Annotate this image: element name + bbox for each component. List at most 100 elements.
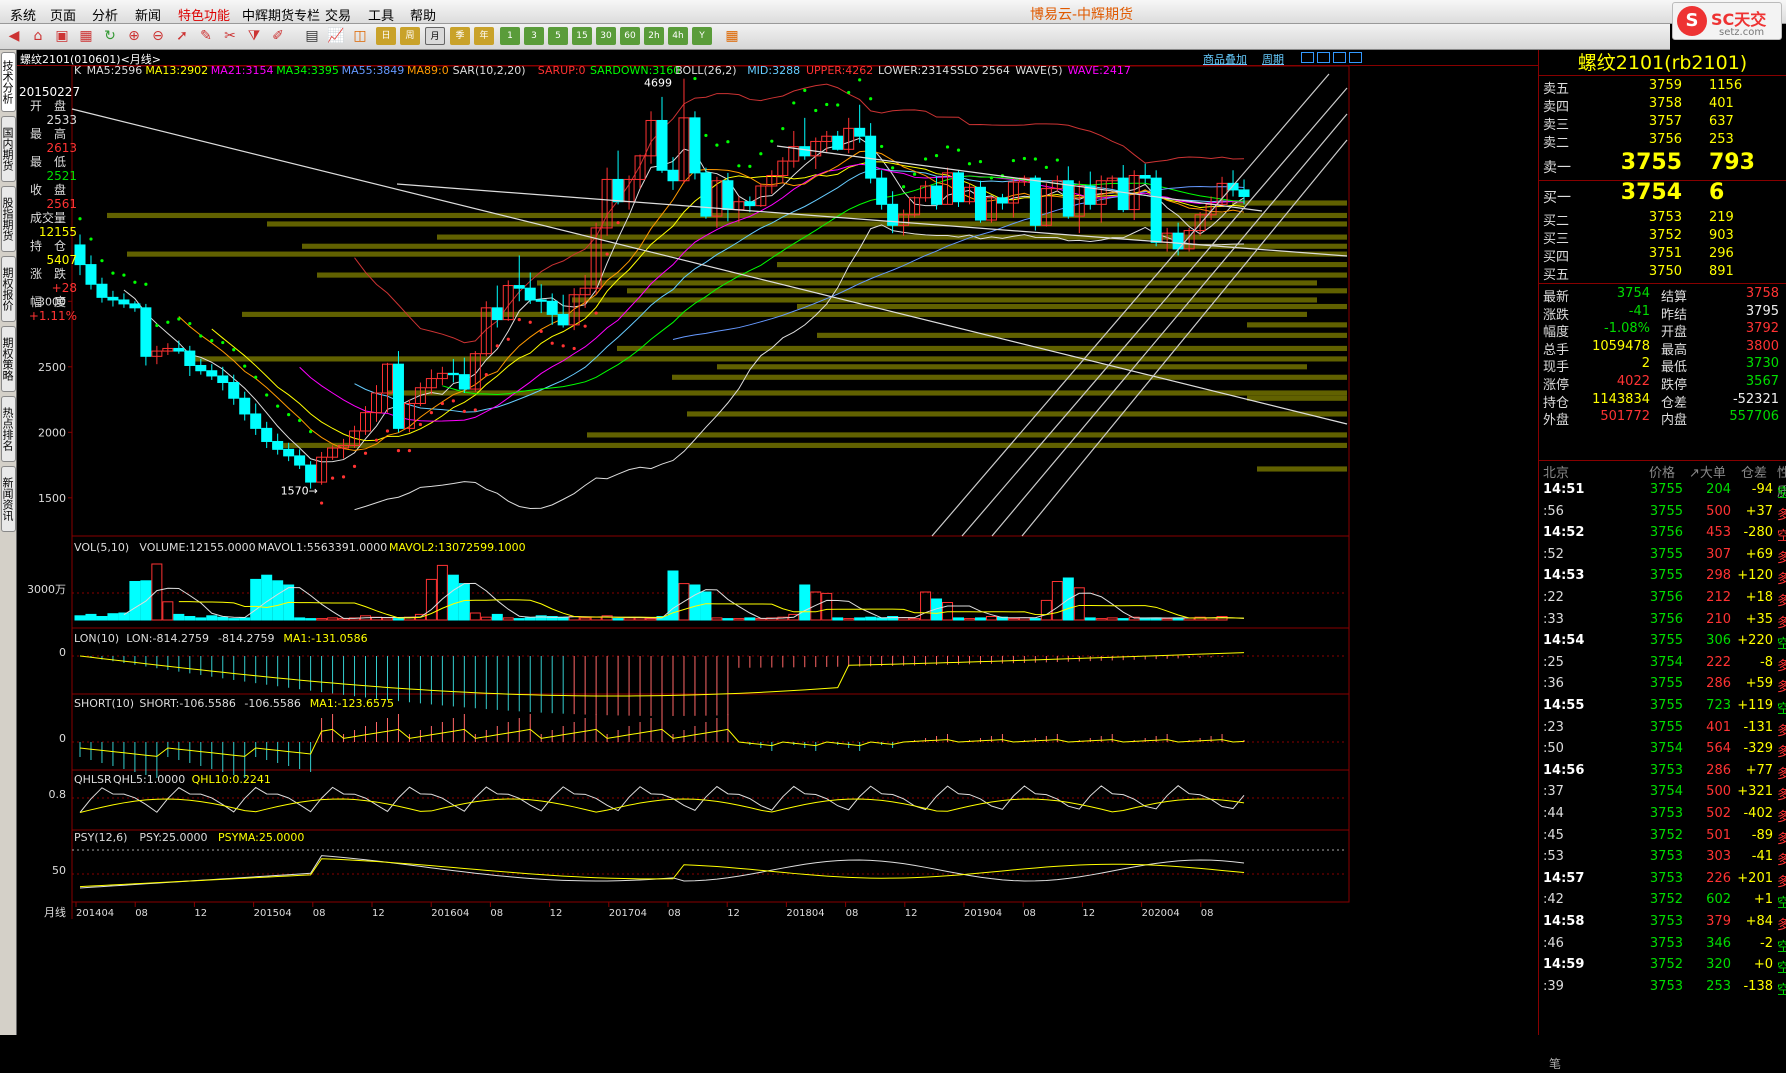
tick-row[interactable]: :52 3755 307 +69多开 — [1539, 547, 1786, 569]
tick-mode-label[interactable]: 笔 — [1539, 1055, 1786, 1073]
tick-row[interactable]: :50 3754 564 -329多平 — [1539, 741, 1786, 763]
candle-body[interactable] — [491, 307, 503, 321]
volume-bar[interactable] — [327, 617, 339, 621]
menu-help[interactable]: 帮助 — [410, 5, 436, 24]
volume-bar[interactable] — [810, 591, 822, 621]
volume-bar[interactable] — [140, 580, 152, 621]
volume-bar[interactable] — [909, 618, 921, 621]
period-custom[interactable]: Y — [692, 27, 712, 45]
menu-zhonghui-column[interactable]: 中辉期货专栏 — [242, 5, 320, 24]
volume-bar[interactable] — [942, 602, 954, 621]
candle-body[interactable] — [865, 135, 877, 179]
bid-level-row[interactable]: 买四 3751 296 — [1539, 246, 1786, 266]
nav-next-icon[interactable] — [1333, 52, 1346, 63]
volume-bar[interactable] — [832, 617, 844, 621]
period-month[interactable]: 月 — [425, 27, 445, 45]
candle-body[interactable] — [129, 303, 141, 309]
tick-row[interactable]: :36 3755 286 +59多开 — [1539, 676, 1786, 698]
candle-body[interactable] — [876, 177, 888, 205]
volume-bar[interactable] — [1117, 618, 1129, 621]
zoom-out-icon[interactable]: ⊖ — [148, 27, 168, 45]
volume-bar[interactable] — [305, 618, 317, 621]
volume-bar[interactable] — [590, 616, 602, 621]
candle-body[interactable] — [96, 283, 108, 298]
period-day[interactable]: 日 — [376, 27, 396, 45]
volume-bar[interactable] — [920, 591, 932, 621]
candle-body[interactable] — [1238, 189, 1250, 197]
ask-level-row[interactable]: 卖二 3756 253 — [1539, 132, 1786, 152]
volume-bar[interactable] — [173, 613, 185, 621]
tab-option-quotes[interactable]: 期权报价 — [1, 256, 16, 322]
bid-level-row[interactable]: 买二 3753 219 — [1539, 210, 1786, 230]
volume-bar[interactable] — [96, 616, 108, 621]
period-1min[interactable]: 1 — [500, 27, 520, 45]
volume-bar[interactable] — [722, 618, 734, 621]
candle-body[interactable] — [1150, 177, 1162, 243]
volume-bar[interactable] — [1029, 618, 1041, 621]
tool-icon[interactable]: ✂ — [220, 27, 240, 45]
tick-row[interactable]: 14:57 3753 226 +201多开 — [1539, 871, 1786, 893]
volume-bar[interactable] — [689, 584, 701, 621]
tick-row[interactable]: 14:55 3755 723 +119 空开 — [1539, 698, 1786, 720]
candle-body[interactable] — [118, 299, 130, 305]
tick-row[interactable]: :45 3752 501 -89多平 — [1539, 828, 1786, 850]
volume-bar[interactable] — [843, 618, 855, 621]
menu-special-features[interactable]: 特色功能 — [178, 5, 230, 24]
nav-prev-icon[interactable] — [1317, 52, 1330, 63]
candle-body[interactable] — [305, 464, 317, 483]
volume-bar[interactable] — [898, 617, 910, 621]
tab-news-info[interactable]: 新闻资讯 — [1, 466, 16, 532]
period-60min[interactable]: 60 — [620, 27, 640, 45]
volume-bar[interactable] — [491, 613, 503, 621]
volume-bar[interactable] — [151, 563, 163, 621]
tick-row[interactable]: :42 3752 602 +1空开 — [1539, 892, 1786, 914]
candle-body[interactable] — [239, 397, 251, 415]
kline-chart[interactable]: K MA5:2596 MA13:2902 MA21:3154 MA34:3395 MA55… — [17, 66, 1538, 1035]
volume-bar[interactable] — [447, 574, 459, 621]
tab-option-strategy[interactable]: 期权策略 — [1, 326, 16, 392]
home-icon[interactable]: ⌂ — [28, 27, 48, 45]
candle-body[interactable] — [283, 448, 295, 457]
tick-row[interactable]: 14:58 3753 379 +84 多开 — [1539, 914, 1786, 936]
volume-bar[interactable] — [74, 615, 86, 621]
candle-body[interactable] — [447, 372, 459, 376]
candle-body[interactable] — [931, 185, 943, 205]
candle-body[interactable] — [744, 201, 756, 207]
volume-bar[interactable] — [261, 574, 273, 621]
candle-body[interactable] — [107, 296, 119, 301]
volume-bar[interactable] — [634, 617, 646, 621]
candle-body[interactable] — [272, 440, 284, 450]
menu-trade[interactable]: 交易 — [325, 5, 351, 24]
period-week[interactable]: 周 — [400, 27, 420, 45]
volume-bar[interactable] — [612, 618, 624, 621]
volume-bar[interactable] — [85, 613, 97, 621]
tick-row[interactable]: 14:56 3753 286 +77多开 — [1539, 763, 1786, 785]
candle-body[interactable] — [392, 363, 404, 429]
menu-page[interactable]: 页面 — [50, 5, 76, 24]
volume-bar[interactable] — [963, 618, 975, 621]
ask-best-row[interactable]: 卖一 3755 793 — [1539, 150, 1786, 180]
candle-body[interactable] — [261, 427, 273, 442]
volume-bar[interactable] — [1106, 617, 1118, 621]
back-arrow-icon[interactable]: ◀ — [4, 27, 24, 45]
volume-bar[interactable] — [1051, 581, 1063, 621]
period-2h[interactable]: 2h — [644, 27, 664, 45]
candle-body[interactable] — [953, 172, 965, 203]
tab-hot-ranking[interactable]: 热点排名 — [1, 396, 16, 462]
period-30min[interactable]: 30 — [596, 27, 616, 45]
candle-body[interactable] — [1139, 175, 1151, 179]
period-link[interactable]: 周期 — [1262, 51, 1284, 67]
volume-bar[interactable] — [316, 618, 328, 621]
candle-body[interactable] — [546, 300, 558, 315]
candle-body[interactable] — [184, 350, 196, 366]
candle-body[interactable] — [513, 285, 525, 289]
candle-body[interactable] — [700, 172, 712, 217]
volume-bar[interactable] — [1084, 617, 1096, 621]
period-4h[interactable]: 4h — [668, 27, 688, 45]
tab-technical-analysis[interactable]: 技术分析 — [1, 52, 16, 112]
candle-body[interactable] — [1117, 177, 1129, 211]
overlay-commodity-link[interactable]: 商品叠加 — [1203, 51, 1247, 67]
table-icon[interactable]: ▤ — [302, 27, 322, 45]
volume-bar[interactable] — [217, 616, 229, 621]
menu-tools[interactable]: 工具 — [368, 5, 394, 24]
